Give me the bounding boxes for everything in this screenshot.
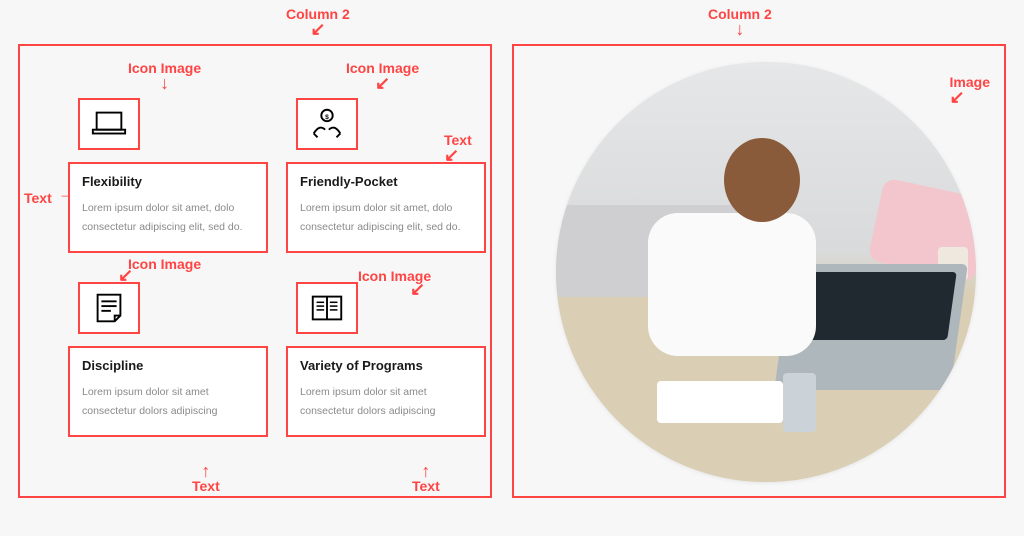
diagram-canvas: Column 2 ↙ Column 2 ↓ Icon Image ↓ Icon … <box>18 44 1006 504</box>
label-icon-image: Icon Image ↙ <box>346 60 419 90</box>
label-icon-image: Icon Image ↓ <box>128 60 201 90</box>
arrow-up-icon: ↑ <box>412 464 440 478</box>
arrow-down-icon: ↙ <box>286 22 350 36</box>
friendly-pocket-icon-frame: $ <box>296 98 358 150</box>
label-text: ↑ Text <box>192 464 220 494</box>
arrow-up-icon: ↑ <box>192 464 220 478</box>
card-body: Lorem ipsum dolor sit amet, dolo consect… <box>300 199 472 237</box>
note-icon <box>90 289 128 327</box>
label-text: Text → <box>24 190 52 206</box>
arrow-down-icon: ↙ <box>346 76 419 90</box>
label-text: Text ↙ <box>444 132 472 162</box>
hands-coin-icon: $ <box>308 105 346 143</box>
laptop-icon <box>90 105 128 143</box>
friendly-pocket-card: Friendly-Pocket Lorem ipsum dolor sit am… <box>286 162 486 253</box>
label-column2-right: Column 2 ↓ <box>708 6 772 36</box>
label-icon-image: Icon Image ↙ <box>128 256 201 272</box>
image-placeholder-scene <box>556 62 976 482</box>
label-column2-left: Column 2 ↙ <box>286 6 350 36</box>
flexibility-icon-frame <box>78 98 140 150</box>
column-right: Image ↙ <box>512 44 1006 498</box>
card-body: Lorem ipsum dolor sit amet consectetur d… <box>300 383 472 421</box>
card-title: Variety of Programs <box>300 358 472 373</box>
arrow-down-icon: ↓ <box>708 22 772 36</box>
card-title: Flexibility <box>82 174 254 189</box>
arrow-down-icon: ↙ <box>118 268 133 282</box>
card-title: Discipline <box>82 358 254 373</box>
hero-image <box>556 62 976 482</box>
arrow-left-icon: ↙ <box>410 282 425 296</box>
svg-text:$: $ <box>325 114 329 121</box>
programs-card: Variety of Programs Lorem ipsum dolor si… <box>286 346 486 437</box>
arrow-down-icon: ↓ <box>128 76 201 90</box>
arrow-left-icon: ↙ <box>444 148 472 162</box>
card-body: Lorem ipsum dolor sit amet, dolo consect… <box>82 199 254 237</box>
discipline-card: Discipline Lorem ipsum dolor sit amet co… <box>68 346 268 437</box>
programs-icon-frame <box>296 282 358 334</box>
open-book-icon <box>308 289 346 327</box>
card-body: Lorem ipsum dolor sit amet consectetur d… <box>82 383 254 421</box>
discipline-icon-frame <box>78 282 140 334</box>
label-text: ↑ Text <box>412 464 440 494</box>
flexibility-card: Flexibility Lorem ipsum dolor sit amet, … <box>68 162 268 253</box>
column-left: Icon Image ↓ Icon Image ↙ Text ↙ Text → … <box>18 44 492 498</box>
card-title: Friendly-Pocket <box>300 174 472 189</box>
label-icon-image: Icon Image ↙ <box>358 268 431 284</box>
